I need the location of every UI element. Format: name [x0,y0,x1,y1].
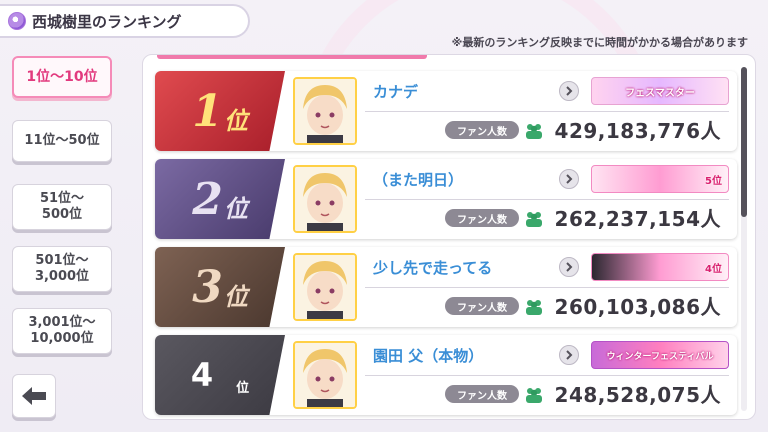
title-banner: 5位 [591,165,729,193]
rank-suffix: 位 [223,105,248,135]
chevron-right-icon [566,86,573,96]
title-banner: フェスマスター [591,77,729,105]
tab-label: 1位～10位 [26,69,98,85]
fan-count: 429,183,776人 [554,119,721,143]
fans-icon [526,300,542,315]
player-detail-button[interactable] [559,257,579,277]
row-divider [365,287,729,288]
rank-badge: 4 位 [155,335,285,415]
rank-number: 1 [192,85,223,137]
title-banner-text: 4位 [705,263,722,275]
title-banner-text: フェスマスター [625,87,695,99]
tab-label: 501位～ [35,253,89,268]
fans-icon [526,124,542,139]
tab-label: 3,000位 [34,269,90,284]
scrollbar-thumb[interactable] [741,67,747,217]
rank-suffix: 位 [223,193,248,223]
rank-suffix: 位 [223,281,248,311]
rank-number: 3 [192,261,223,313]
ranking-scrollbar[interactable] [741,67,747,411]
player-avatar[interactable] [293,77,357,145]
avatar-portrait-icon [295,79,355,143]
fan-count: 248,528,075人 [554,383,721,407]
player-name: カナデ [373,83,419,101]
fans-icon [526,388,542,403]
arrow-left-icon [22,387,46,405]
chevron-right-icon [566,174,573,184]
avatar-portrait-icon [295,255,355,319]
tab-rank-1-10[interactable]: 1位～10位 [12,56,112,98]
update-notice: ※最新のランキング反映までに時間がかかる場合があります [451,36,748,49]
avatar-portrait-icon [295,167,355,231]
page-title-bar: 西城樹里のランキング [0,4,250,38]
chevron-right-icon [566,350,573,360]
chevron-right-icon [566,262,573,272]
title-banner: 4位 [591,253,729,281]
fan-count-label: ファン人数 [445,121,519,139]
page-title: 西城樹里のランキング [32,12,182,31]
rank-number: 2 [192,173,223,225]
player-avatar[interactable] [293,165,357,233]
tab-rank-11-50[interactable]: 11位～50位 [12,120,112,162]
rank-badge: 2 位 [155,159,285,239]
tab-label: 500位 [41,207,83,222]
ranking-row[interactable]: 2 位 （また明日） 5位 ファン人数 262,237,154人 [155,159,737,239]
tab-label: 3,001位～ [28,315,96,330]
avatar-portrait-icon [295,343,355,407]
title-banner-text: ウィンターフェスティバル [606,351,714,362]
back-button[interactable] [12,374,56,418]
tab-rank-51-500[interactable]: 51位～ 500位 [12,184,112,230]
tab-label: 11位～50位 [24,133,100,148]
player-avatar[interactable] [293,341,357,409]
fans-icon [526,212,542,227]
player-detail-button[interactable] [559,169,579,189]
tab-rank-501-3000[interactable]: 501位～ 3,000位 [12,246,112,292]
ranking-list[interactable]: 1 位 カナデ フェスマスター ファン人数 429,183,776人 2 位 （… [142,54,756,420]
title-banner: ウィンターフェスティバル [591,341,729,369]
rank-badge: 1 位 [155,71,285,151]
title-banner-text: 5位 [705,175,722,187]
ranking-row[interactable]: 3 位 少し先で走ってる 4位 ファン人数 260,103,086人 [155,247,737,327]
player-name: （また明日） [373,171,464,189]
fan-count-label: ファン人数 [445,297,519,315]
row-divider [365,199,729,200]
fan-count-label: ファン人数 [445,385,519,403]
row-divider [365,111,729,112]
player-detail-button[interactable] [559,81,579,101]
tab-label: 10,000位 [30,331,94,346]
rank-badge: 3 位 [155,247,285,327]
row-divider [365,375,729,376]
player-detail-button[interactable] [559,345,579,365]
ranking-row[interactable]: 1 位 カナデ フェスマスター ファン人数 429,183,776人 [155,71,737,151]
idol-emblem-icon [8,12,26,30]
ranking-row[interactable]: 4 位 園田 父（本物） ウィンターフェスティバル ファン人数 248,528,… [155,335,737,415]
rank-number: 4 [190,356,213,394]
fan-count-label: ファン人数 [445,209,519,227]
tab-label: 51位～ [39,191,85,206]
player-avatar[interactable] [293,253,357,321]
fan-count: 262,237,154人 [554,207,721,231]
player-name: 少し先で走ってる [373,259,493,277]
rank-suffix: 位 [236,380,250,396]
fan-count: 260,103,086人 [554,295,721,319]
panel-accent-line [157,55,427,59]
player-name: 園田 父（本物） [373,347,484,365]
tab-rank-3001-10000[interactable]: 3,001位～ 10,000位 [12,308,112,354]
